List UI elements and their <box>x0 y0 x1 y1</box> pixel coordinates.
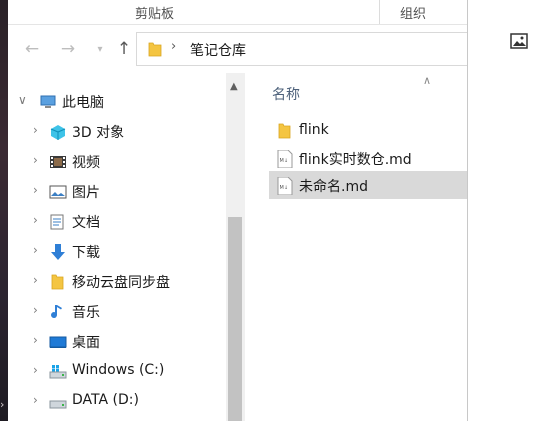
nav-item-label: 桌面 <box>72 335 100 351</box>
nav-item-music[interactable]: › 音乐 <box>8 297 226 327</box>
navigation-pane: ∨ 此电脑 › 3D 对象 › 视频 › 图片 › 文档 › 下载 › 移动云盘… <box>8 73 226 421</box>
file-row-selected[interactable]: M↓ 未命名.md <box>269 171 467 199</box>
computer-icon <box>39 93 57 111</box>
collapsed-chevron-icon[interactable]: › <box>33 243 38 257</box>
collapsed-chevron-icon[interactable]: › <box>33 183 38 197</box>
file-name: 未命名.md <box>299 179 368 195</box>
ribbon-group-organize[interactable]: 组织 <box>400 3 426 22</box>
drive-icon <box>49 393 67 411</box>
nav-item-desktop[interactable]: › 桌面 <box>8 327 226 357</box>
ribbon-group-clipboard[interactable]: 剪贴板 <box>135 3 174 22</box>
scrollbar-thumb[interactable] <box>228 217 242 421</box>
nav-item-cloud-sync[interactable]: › 移动云盘同步盘 <box>8 267 226 297</box>
nav-item-label: 此电脑 <box>62 95 104 111</box>
file-list-pane: ∧ 名称 flink M↓ flink实时数仓.md M↓ 未命名.md <box>245 73 467 421</box>
forward-arrow-icon[interactable]: → <box>58 39 78 59</box>
breadcrumb-chevron-icon[interactable]: › <box>171 39 176 54</box>
collapsed-chevron-icon[interactable]: › <box>33 363 38 377</box>
nav-item-3d-objects[interactable]: › 3D 对象 <box>8 117 226 147</box>
column-header-name[interactable]: 名称 <box>272 84 300 104</box>
file-name: flink <box>299 122 329 138</box>
address-bar-row: ← → ▾ ↑ › 笔记仓库 <box>8 25 467 73</box>
collapsed-chevron-icon[interactable]: › <box>33 123 38 137</box>
svg-text:M↓: M↓ <box>280 158 289 164</box>
sort-ascending-caret-icon: ∧ <box>423 74 432 87</box>
up-arrow-icon[interactable]: ↑ <box>114 39 134 59</box>
scroll-up-arrow-icon[interactable]: ▲ <box>230 81 238 92</box>
nav-item-label: 下载 <box>72 245 100 261</box>
collapsed-chevron-icon[interactable]: › <box>33 213 38 227</box>
ribbon-separator <box>379 0 380 24</box>
nav-item-label: 视频 <box>72 155 100 171</box>
collapsed-chevron-icon[interactable]: › <box>33 153 38 167</box>
music-icon <box>49 303 67 321</box>
recent-locations-chevron-icon[interactable]: ▾ <box>90 44 110 55</box>
desktop-icon <box>49 333 67 351</box>
breadcrumb-current-folder[interactable]: 笔记仓库 <box>190 40 246 60</box>
nav-item-label: Windows (C:) <box>72 362 165 378</box>
nav-item-label: DATA (D:) <box>72 392 139 408</box>
pictures-icon <box>49 183 67 201</box>
collapsed-chevron-icon[interactable]: › <box>33 303 38 317</box>
nav-item-label: 文档 <box>72 215 100 231</box>
file-name: flink实时数仓.md <box>299 152 412 168</box>
nav-item-data-d[interactable]: › DATA (D:) <box>8 387 226 417</box>
desktop-background-strip: › <box>0 0 8 421</box>
nav-item-videos[interactable]: › 视频 <box>8 147 226 177</box>
documents-icon <box>49 213 67 231</box>
ribbon-group-labels: 剪贴板 组织 <box>8 0 467 25</box>
folder-icon <box>49 273 67 291</box>
nav-item-label: 3D 对象 <box>72 125 125 141</box>
file-explorer-window: 剪贴板 组织 ← → ▾ ↑ › 笔记仓库 ∨ 此电脑 › 3D 对象 › 视频… <box>8 0 467 421</box>
markdown-file-icon: M↓ <box>277 149 293 172</box>
nav-item-label: 音乐 <box>72 305 100 321</box>
collapsed-chevron-icon[interactable]: › <box>33 273 38 287</box>
navigation-scrollbar[interactable]: ▲ <box>226 73 244 421</box>
collapsed-chevron-icon[interactable]: › <box>33 333 38 347</box>
file-row[interactable]: M↓ flink实时数仓.md <box>269 144 467 172</box>
expand-chevron-icon[interactable]: ∨ <box>18 93 27 107</box>
folder-icon <box>148 41 162 61</box>
nav-item-this-pc[interactable]: ∨ 此电脑 <box>8 87 226 117</box>
image-icon[interactable] <box>510 33 528 53</box>
background-area <box>468 0 534 421</box>
nav-item-documents[interactable]: › 文档 <box>8 207 226 237</box>
back-arrow-icon[interactable]: ← <box>22 39 42 59</box>
video-icon <box>49 153 67 171</box>
address-box[interactable]: › 笔记仓库 <box>136 32 467 66</box>
folder-icon <box>277 123 293 143</box>
3d-objects-icon <box>49 123 67 141</box>
markdown-file-icon: M↓ <box>277 176 293 199</box>
nav-item-label: 移动云盘同步盘 <box>72 275 170 291</box>
windows-drive-icon <box>49 363 67 381</box>
nav-item-downloads[interactable]: › 下载 <box>8 237 226 267</box>
nav-item-label: 图片 <box>72 185 100 201</box>
nav-item-pictures[interactable]: › 图片 <box>8 177 226 207</box>
desktop-glyph: › <box>0 398 5 411</box>
download-icon <box>49 243 67 261</box>
collapsed-chevron-icon[interactable]: › <box>33 393 38 407</box>
nav-item-windows-c[interactable]: › Windows (C:) <box>8 357 226 387</box>
file-row[interactable]: flink <box>269 117 467 145</box>
svg-text:M↓: M↓ <box>280 185 289 191</box>
